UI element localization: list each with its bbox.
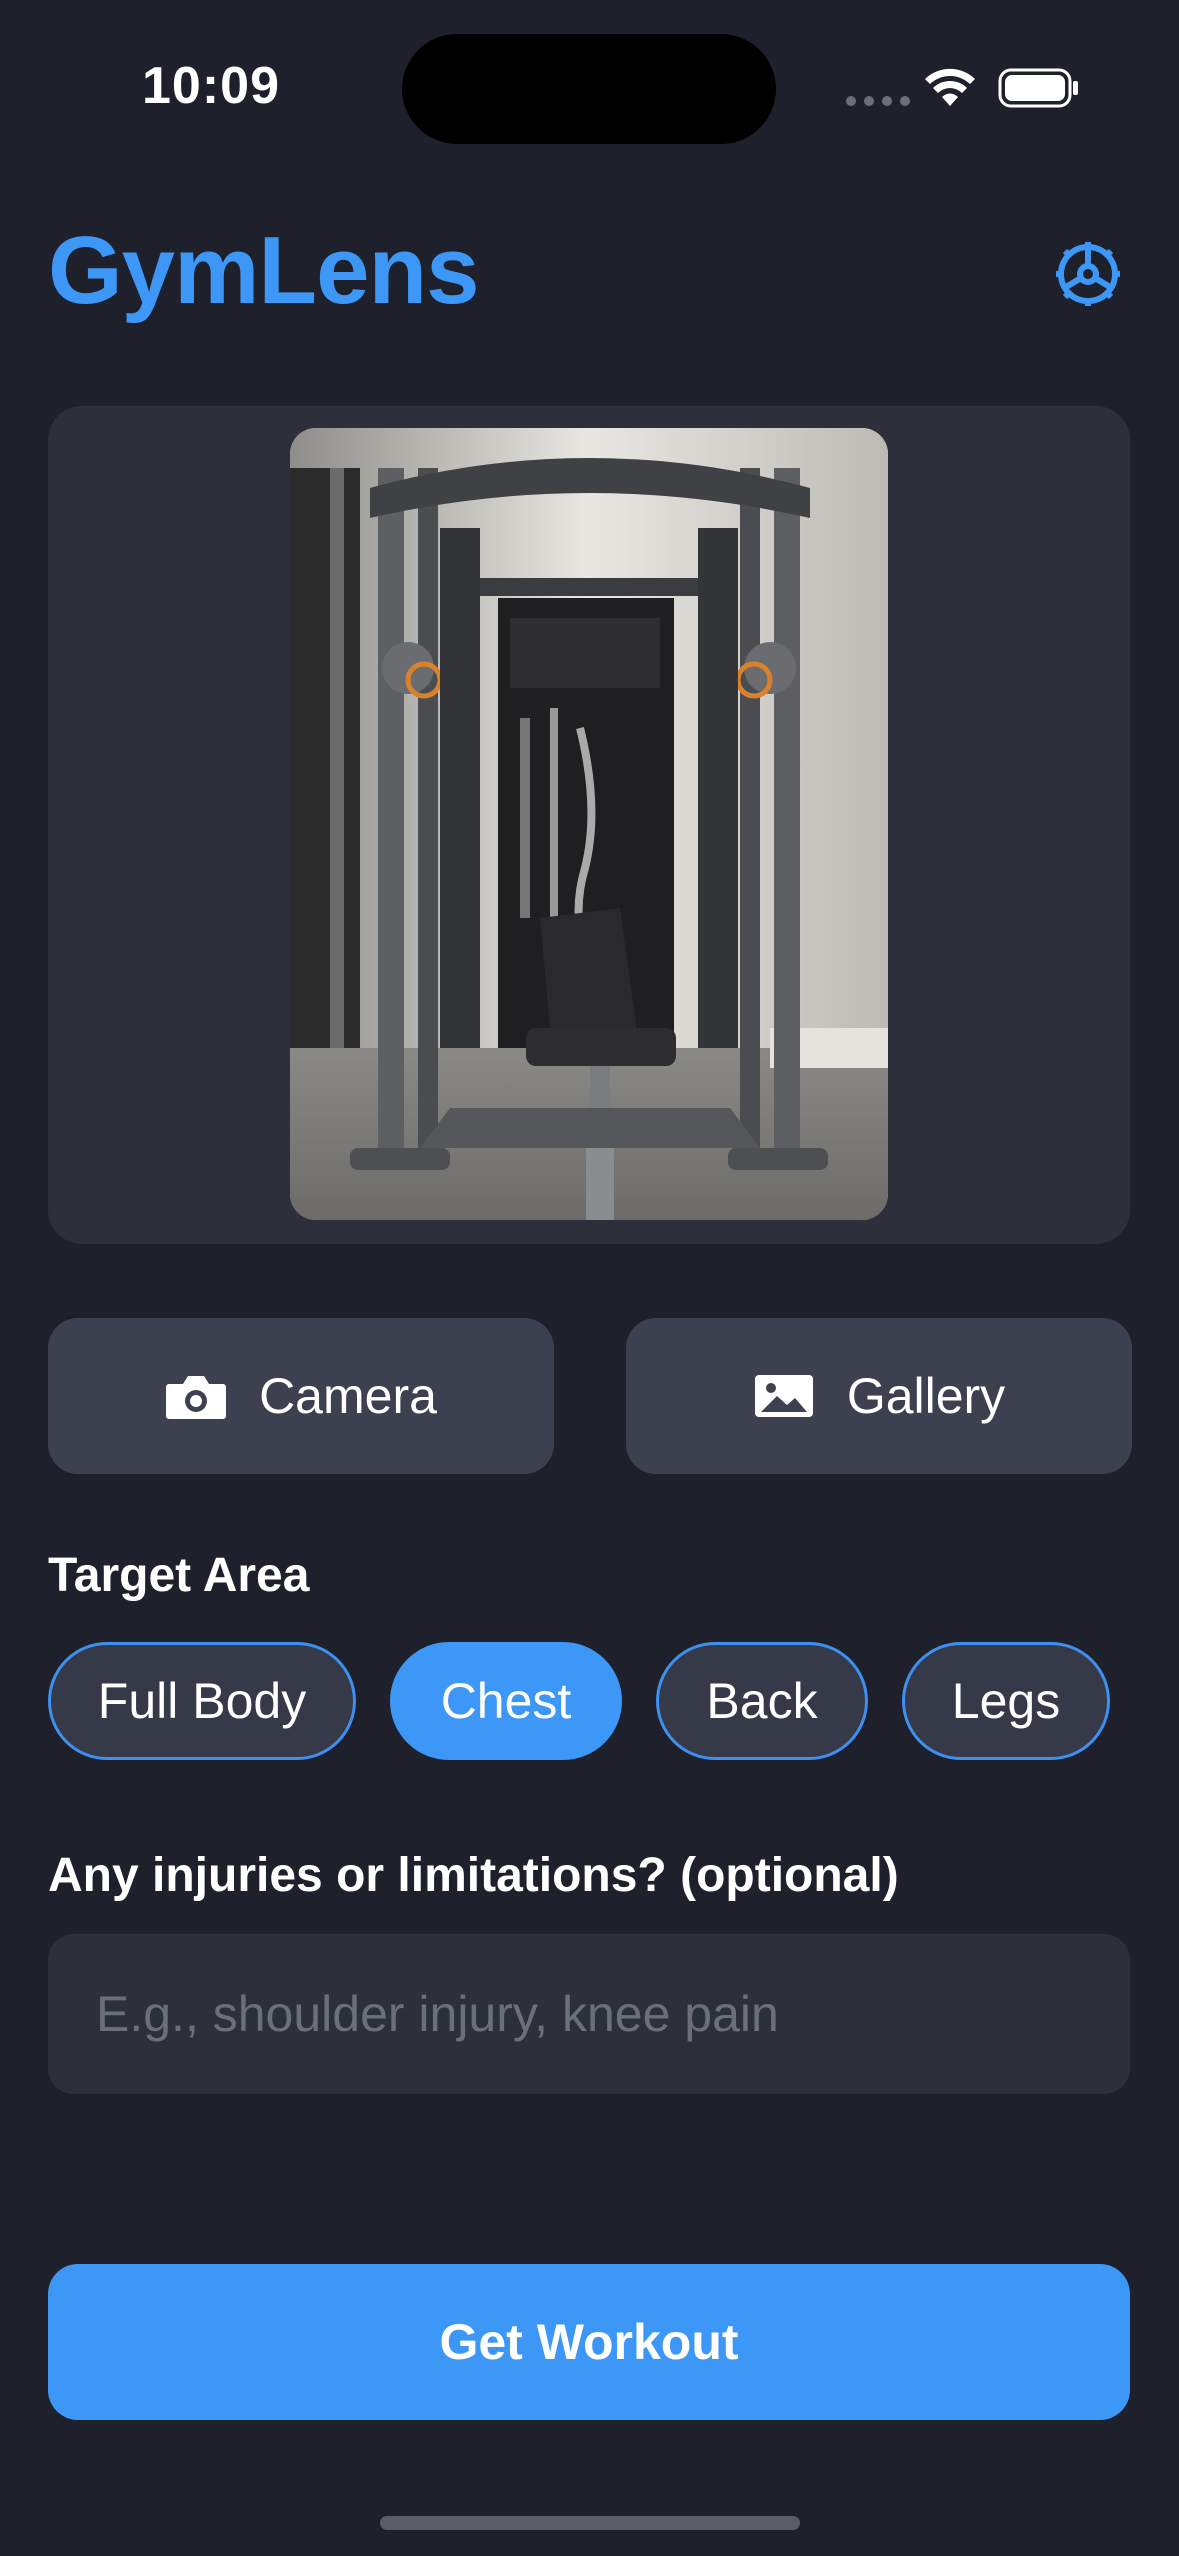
cellular-signal-icon (846, 96, 910, 106)
camera-icon (166, 1376, 227, 1419)
photo-icon (754, 1375, 813, 1417)
gear-icon[interactable] (1048, 234, 1128, 314)
injuries-input[interactable] (48, 1934, 1130, 2094)
injuries-label: Any injuries or limitations? (optional) (48, 1849, 899, 1902)
target-area-label: Target Area (48, 1549, 310, 1602)
status-time: 10:09 (142, 57, 280, 115)
get-workout-button[interactable]: Get Workout (48, 2264, 1130, 2420)
app-title: GymLens (48, 217, 479, 324)
gallery-button[interactable]: Gallery (626, 1318, 1132, 1474)
wifi-icon (925, 68, 975, 106)
chip-legs[interactable]: Legs (902, 1642, 1110, 1760)
battery-icon (998, 68, 1078, 108)
chip-chest[interactable]: Chest (390, 1642, 622, 1760)
gym-equipment-photo (290, 428, 888, 1220)
functional-trainer-illustration (290, 428, 888, 1220)
camera-button[interactable]: Camera (48, 1318, 554, 1474)
home-indicator[interactable] (380, 2516, 800, 2530)
camera-button-label: Camera (259, 1368, 437, 1424)
dynamic-island (402, 34, 776, 144)
chip-back[interactable]: Back (656, 1642, 868, 1760)
chip-full-body[interactable]: Full Body (48, 1642, 356, 1760)
gallery-button-label: Gallery (846, 1368, 1006, 1424)
